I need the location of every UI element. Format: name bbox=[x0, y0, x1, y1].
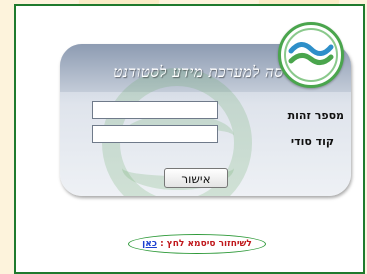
id-number-label: מספר זהות bbox=[287, 109, 344, 122]
password-recovery-banner: לשיחזור סיסמא לחץ : כאן bbox=[128, 234, 266, 254]
password-recovery-link[interactable]: כאן bbox=[142, 239, 157, 249]
id-number-input[interactable] bbox=[92, 101, 218, 119]
secret-code-input[interactable] bbox=[92, 125, 218, 143]
submit-button[interactable]: אישור bbox=[164, 168, 228, 188]
logo-graphic bbox=[284, 28, 338, 82]
password-recovery-text: לשיחזור סיסמא לחץ : bbox=[160, 239, 252, 249]
page-title: כניסה למערכת מידע לסטודנט bbox=[113, 63, 301, 81]
college-logo-icon bbox=[278, 22, 344, 88]
secret-code-label: קוד סודי bbox=[290, 135, 334, 148]
